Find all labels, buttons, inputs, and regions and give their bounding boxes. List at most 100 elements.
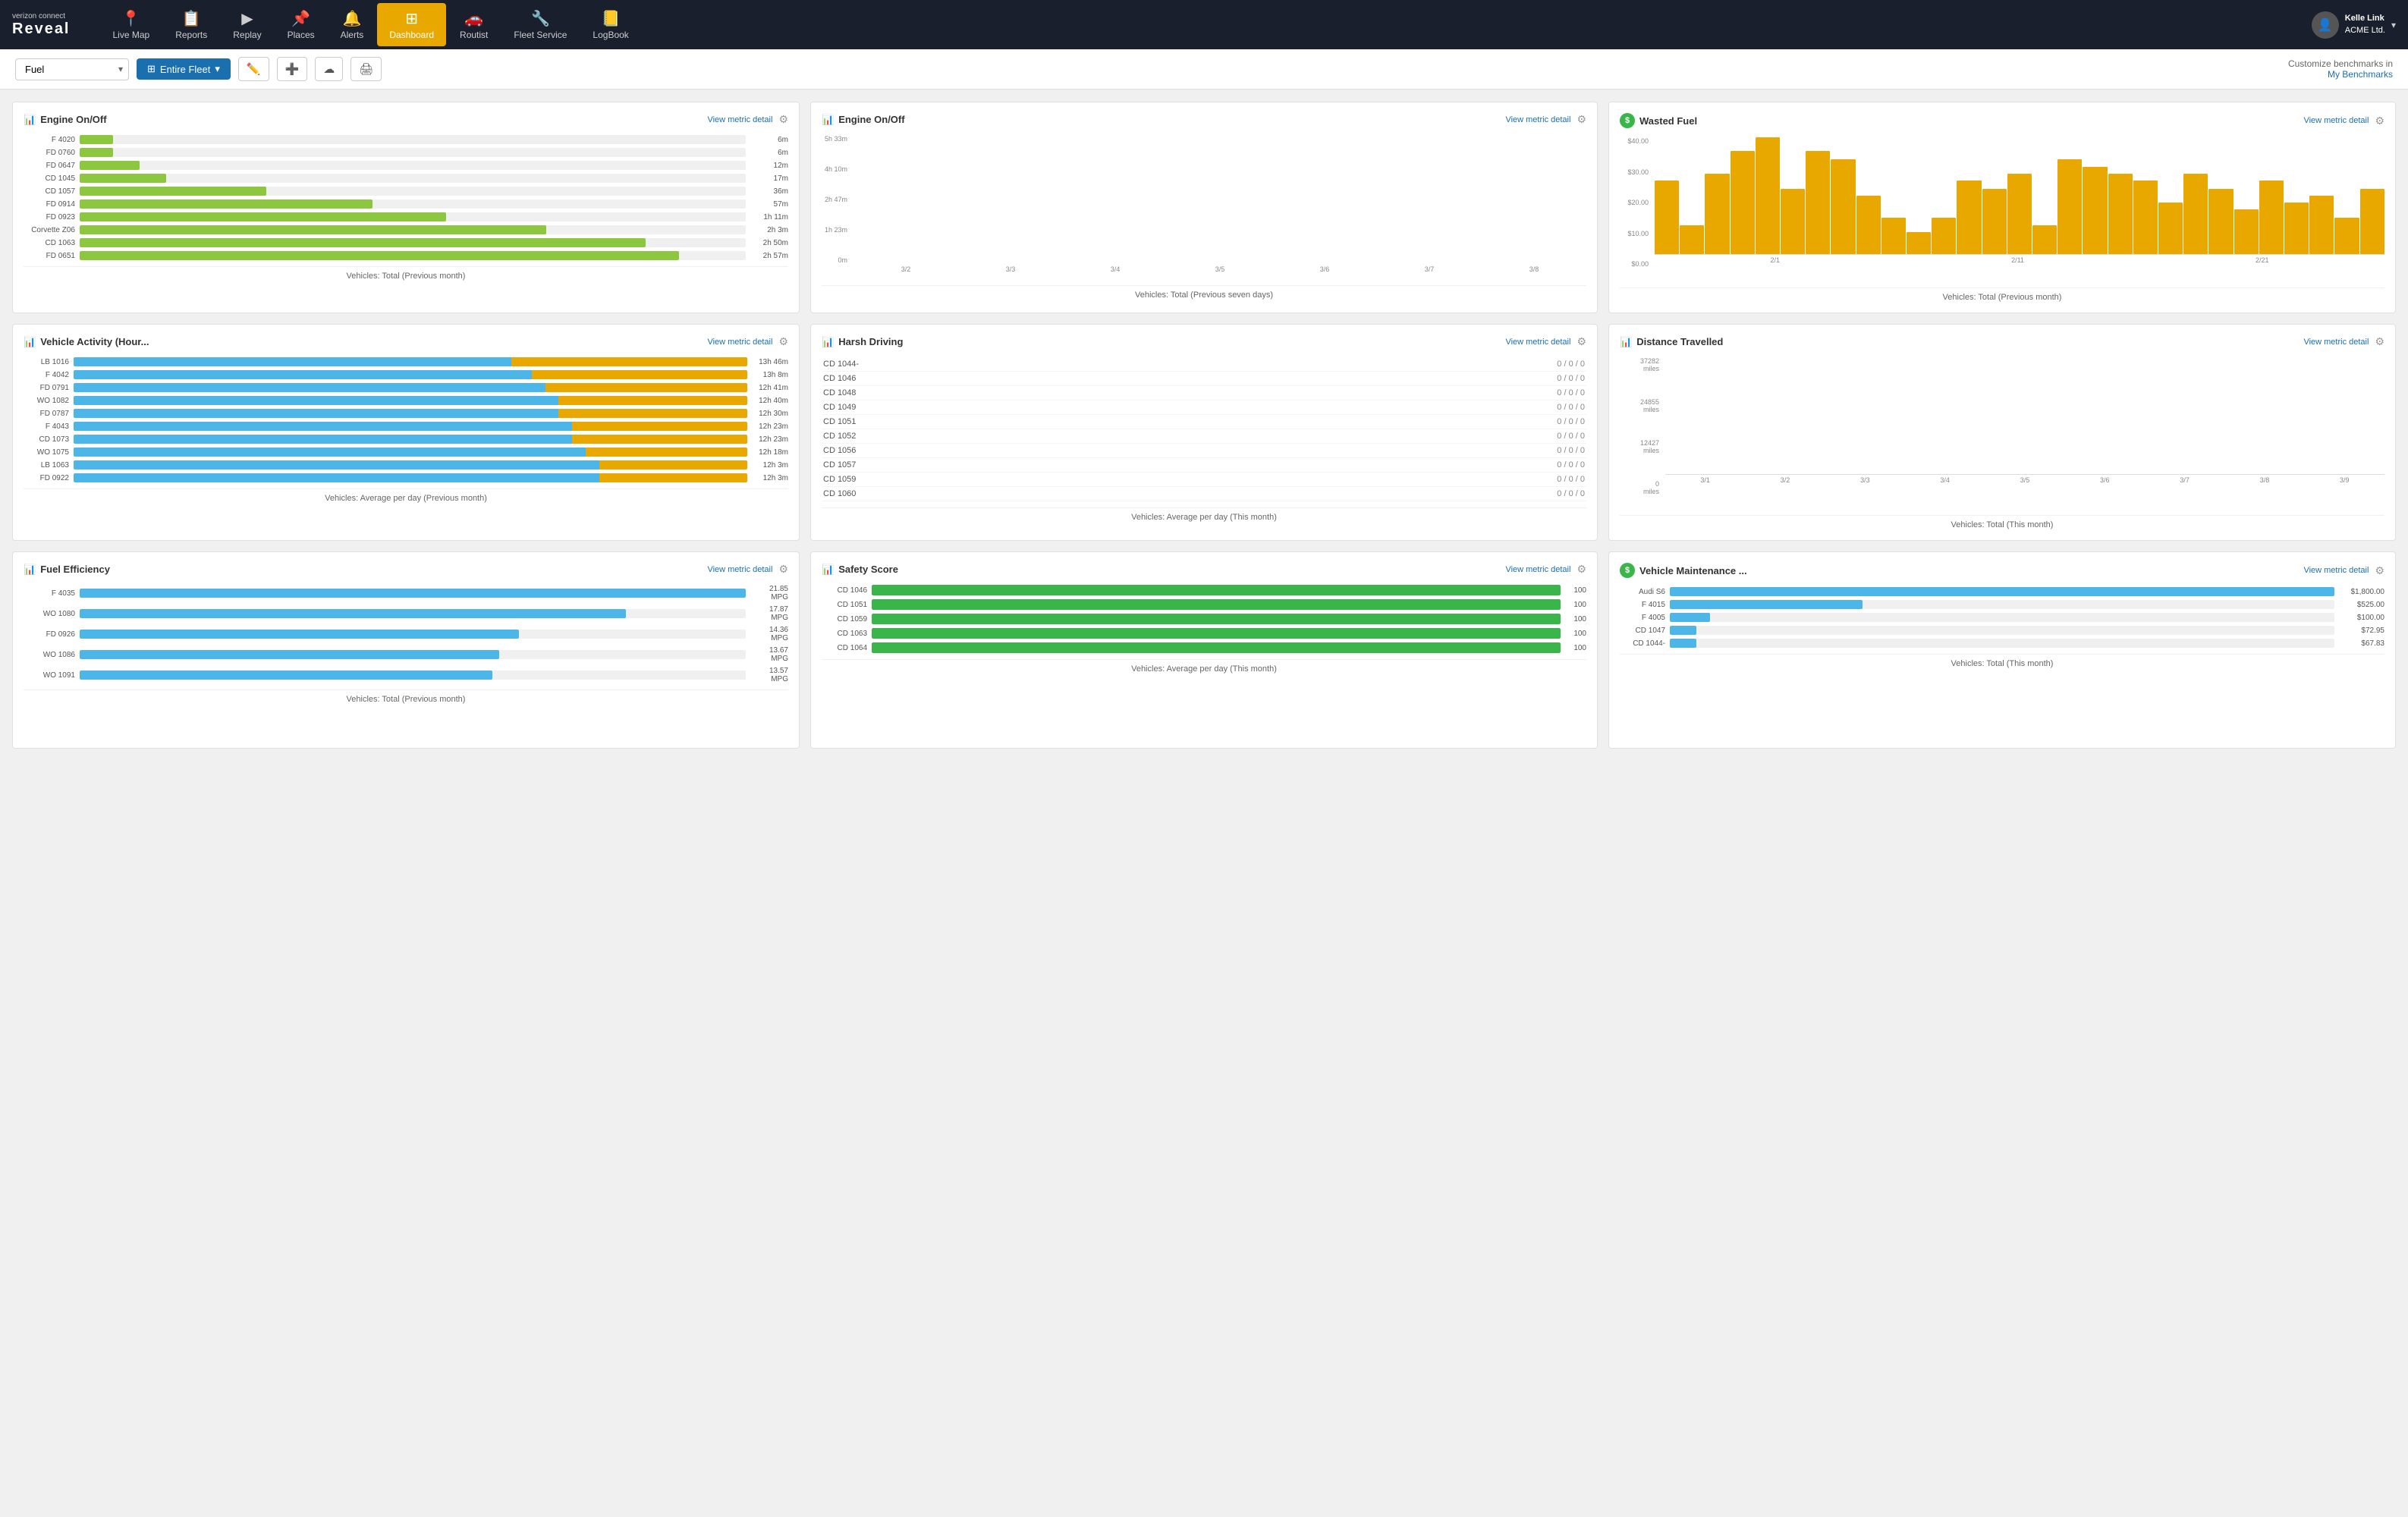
widget-header: 📊 Fuel Efficiency View metric detail ⚙ [24,563,788,576]
gear-icon[interactable]: ⚙ [2375,335,2384,348]
places-icon: 📌 [291,9,310,28]
nav-item-alerts[interactable]: 🔔 Alerts [329,3,376,46]
nav-item-label: Replay [233,30,261,40]
hbar-row: FD 0760 6m [24,148,788,157]
vehicle-maintenance-chart: Audi S6 $1,800.00 F 4015 $525.00 F 4005 … [1620,587,2384,648]
view-metric-link[interactable]: View metric detail [1505,565,1570,574]
gear-icon[interactable]: ⚙ [778,335,788,348]
nav-item-reports[interactable]: 📋 Reports [163,3,219,46]
edit-button[interactable]: ✏️ [238,57,269,81]
widget-actions: View metric detail ⚙ [1505,335,1586,348]
widget-footer: Vehicles: Average per day (Previous mont… [24,488,788,503]
widget-header: 📊 Engine On/Off View metric detail ⚙ [822,113,1586,126]
widget-header: 📊 Distance Travelled View metric detail … [1620,335,2384,348]
fuel-select-wrapper: Fuel ▾ [15,58,129,80]
bar-chart-icon: 📊 [822,114,834,126]
vehicle-activity-row: CD 1073 12h 23m [24,435,788,444]
hbar-row: FD 0647 12m [24,161,788,170]
view-metric-link[interactable]: View metric detail [2303,566,2369,575]
dollar-icon: $ [1620,113,1635,128]
nav-item-label: Dashboard [389,30,434,40]
vehicle-activity-row: LB 1063 12h 3m [24,460,788,470]
bar-chart-icon: 📊 [1620,336,1632,348]
bar-chart-icon: 📊 [822,336,834,348]
view-metric-link[interactable]: View metric detail [2303,338,2369,347]
widget-header: $ Vehicle Maintenance ... View metric de… [1620,563,2384,578]
gear-icon[interactable]: ⚙ [2375,115,2384,127]
fuel-efficiency-chart: F 4035 21.85 MPG WO 1080 17.87 MPG FD 09… [24,585,788,683]
nav-item-routist[interactable]: 🚗 Routist [448,3,500,46]
nav-items: 📍 Live Map 📋 Reports ▶ Replay 📌 Places 🔔… [101,3,2312,46]
alerts-icon: 🔔 [343,9,362,28]
table-row: CD 10480 / 0 / 0 [822,386,1586,400]
table-row: CD 10460 / 0 / 0 [822,372,1586,386]
hbar-row: FD 0651 2h 57m [24,251,788,260]
view-metric-link[interactable]: View metric detail [1505,115,1570,124]
hbar-row: FD 0914 57m [24,199,788,209]
chevron-down-icon: ▾ [2391,20,2396,30]
my-benchmarks-link[interactable]: My Benchmarks [2328,69,2393,80]
harsh-driving-list: CD 1044-0 / 0 / 0CD 10460 / 0 / 0CD 1048… [822,357,1586,501]
widget-title: 📊 Vehicle Activity (Hour... [24,336,149,348]
vehicle-activity-widget: 📊 Vehicle Activity (Hour... View metric … [12,324,800,541]
widget-actions: View metric detail ⚙ [2303,564,2384,577]
nav-item-live-map[interactable]: 📍 Live Map [101,3,162,46]
gear-icon[interactable]: ⚙ [778,113,788,126]
fuel-select[interactable]: Fuel [15,58,129,80]
fleet-grid-icon: ⊞ [147,63,156,75]
fuel-efficiency-row: WO 1091 13.57 MPG [24,667,788,683]
distance-chart: 37282 miles24855 miles12427 miles0 miles [1620,357,2384,509]
add-button[interactable]: ➕ [277,57,308,81]
gear-icon[interactable]: ⚙ [1577,113,1586,126]
fuel-efficiency-widget: 📊 Fuel Efficiency View metric detail ⚙ F… [12,551,800,749]
brand-name: verizon connect [12,12,65,20]
dashboard: 📊 Engine On/Off View metric detail ⚙ F 4… [0,90,2408,761]
view-metric-link[interactable]: View metric detail [707,115,772,124]
view-metric-link[interactable]: View metric detail [1505,338,1570,347]
nav-item-logbook[interactable]: 📒 LogBook [580,3,640,46]
vehicle-activity-row: F 4042 13h 8m [24,370,788,379]
navbar: verizon connect Reveal 📍 Live Map 📋 Repo… [0,0,2408,49]
gear-icon[interactable]: ⚙ [778,563,788,576]
fleet-service-icon: 🔧 [531,9,550,28]
nav-item-label: LogBook [593,30,628,40]
gear-icon[interactable]: ⚙ [2375,564,2384,577]
hbar-row: Corvette Z06 2h 3m [24,225,788,234]
user-menu[interactable]: 👤 Kelle Link ACME Ltd. ▾ [2312,11,2396,39]
print-button[interactable]: 🖨 [351,57,382,81]
fleet-button-label: Entire Fleet [160,64,210,75]
nav-item-dashboard[interactable]: ⊞ Dashboard [377,3,446,46]
view-metric-link[interactable]: View metric detail [707,338,772,347]
view-metric-link[interactable]: View metric detail [707,565,772,574]
replay-icon: ▶ [241,9,253,28]
harsh-driving-widget: 📊 Harsh Driving View metric detail ⚙ CD … [810,324,1598,541]
safety-score-widget: 📊 Safety Score View metric detail ⚙ CD 1… [810,551,1598,749]
maintenance-row: CD 1047 $72.95 [1620,626,2384,635]
widget-title: $ Vehicle Maintenance ... [1620,563,1747,578]
nav-item-replay[interactable]: ▶ Replay [221,3,273,46]
reports-icon: 📋 [182,9,201,28]
avatar: 👤 [2312,11,2339,39]
vehicle-activity-row: LB 1016 13h 46m [24,357,788,366]
logbook-icon: 📒 [602,9,621,28]
gear-icon[interactable]: ⚙ [1577,335,1586,348]
nav-item-places[interactable]: 📌 Places [275,3,327,46]
table-row: CD 10490 / 0 / 0 [822,400,1586,415]
safety-score-row: CD 1063 100 [822,628,1586,639]
live-map-icon: 📍 [121,9,140,28]
engine-onoff-bar-widget: 📊 Engine On/Off View metric detail ⚙ F 4… [12,102,800,313]
fleet-selector-button[interactable]: ⊞ Entire Fleet ▾ [137,58,231,80]
toolbar: Fuel ▾ ⊞ Entire Fleet ▾ ✏️ ➕ ☁ 🖨 Customi… [0,49,2408,90]
view-metric-link[interactable]: View metric detail [2303,116,2369,125]
bar-chart-icon: 📊 [24,336,36,348]
widget-actions: View metric detail ⚙ [2303,335,2384,348]
nav-item-fleet-service[interactable]: 🔧 Fleet Service [501,3,579,46]
gear-icon[interactable]: ⚙ [1577,563,1586,576]
cloud-button[interactable]: ☁ [315,57,343,81]
widget-actions: View metric detail ⚙ [1505,113,1586,126]
table-row: CD 10570 / 0 / 0 [822,458,1586,473]
fuel-efficiency-row: F 4035 21.85 MPG [24,585,788,601]
vehicle-activity-row: FD 0791 12h 41m [24,383,788,392]
engine-vbar-chart: 5h 33m4h 10m2h 47m1h 23m0m [822,135,1586,279]
safety-score-row: CD 1051 100 [822,599,1586,610]
